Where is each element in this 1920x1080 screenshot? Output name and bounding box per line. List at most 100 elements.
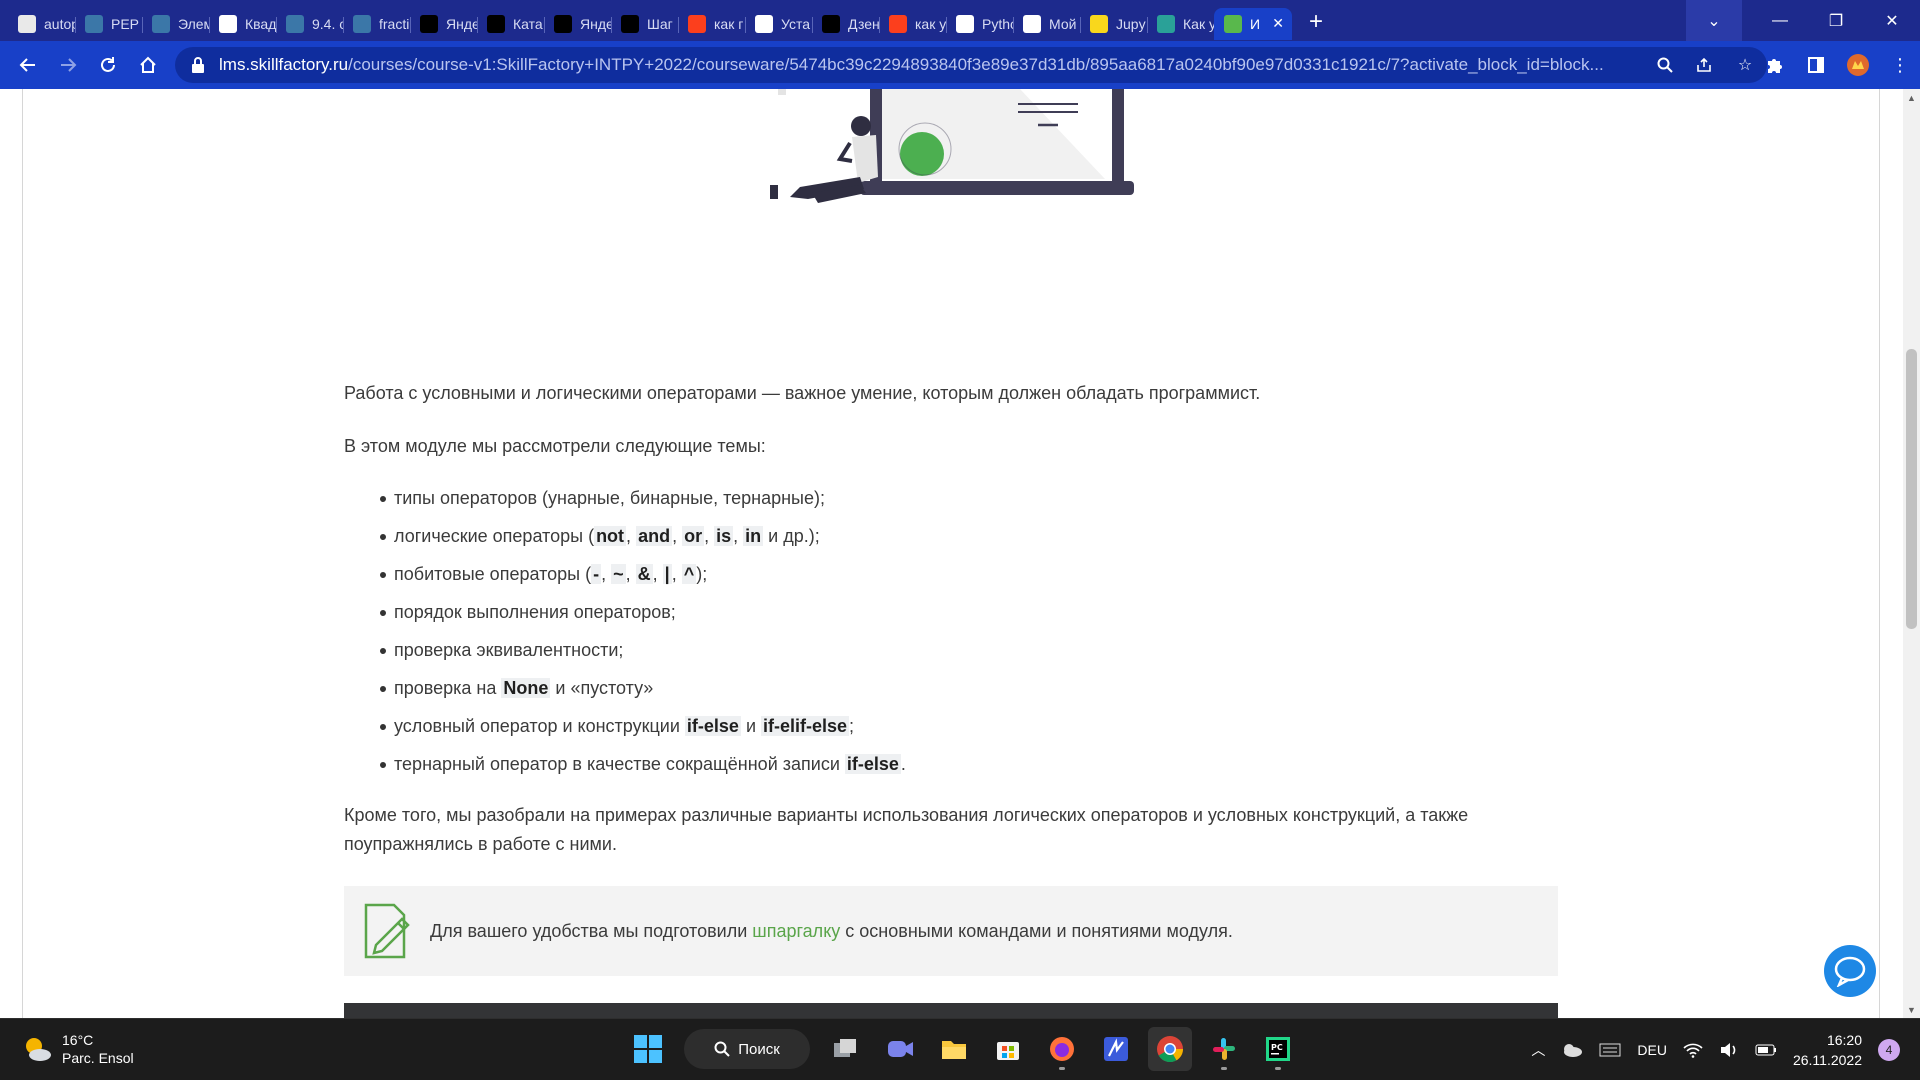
- note-pencil-icon: [364, 903, 410, 959]
- clock[interactable]: 16:20 26.11.2022: [1793, 1030, 1862, 1070]
- editor-app[interactable]: [1094, 1027, 1138, 1071]
- tab-label: Шаг: [647, 15, 673, 32]
- microsoft-store-app[interactable]: [986, 1027, 1030, 1071]
- browser-tab[interactable]: Мой: [1013, 8, 1080, 40]
- address-bar[interactable]: lms.skillfactory.ru/courses/course-v1:Sk…: [175, 47, 1767, 83]
- cheatsheet-link[interactable]: шпаргалку: [752, 921, 840, 942]
- task-view-button[interactable]: [824, 1027, 868, 1071]
- browser-tab[interactable]: Янде: [544, 8, 611, 40]
- yandex-practicum-icon: [420, 14, 438, 33]
- browser-tab[interactable]: Jupy: [1080, 8, 1147, 40]
- menu-kebab-icon[interactable]: ⋮: [1880, 47, 1920, 83]
- python-docs-icon: [152, 14, 170, 33]
- tab-label: как у: [915, 15, 946, 32]
- toolbar-right: ⋮: [1754, 47, 1920, 83]
- python-icon: [286, 14, 304, 33]
- tab-label: PEP 8: [111, 15, 142, 32]
- browser-tab[interactable]: fracti: [343, 8, 410, 40]
- browser-tab[interactable]: как у: [879, 8, 946, 40]
- weather-temperature: 16°C: [62, 1032, 94, 1048]
- firefox-app[interactable]: [1040, 1027, 1084, 1071]
- browser-tab[interactable]: Элем: [142, 8, 209, 40]
- extensions-puzzle-icon[interactable]: [1754, 47, 1794, 83]
- browser-tab[interactable]: PEP 8: [75, 8, 142, 40]
- close-tab-icon[interactable]: ✕: [1272, 15, 1284, 32]
- reload-icon: [101, 57, 115, 72]
- new-tab-button[interactable]: +: [1300, 6, 1332, 38]
- list-item: типы операторов (унарные, бинарные, терн…: [344, 479, 1558, 517]
- page-scrollbar[interactable]: ▲ ▼: [1903, 89, 1920, 1018]
- tab-search-chevron-icon[interactable]: ⌄: [1686, 0, 1742, 41]
- browser-tab[interactable]: Как у: [1147, 8, 1214, 40]
- google-drive-icon: [1023, 14, 1041, 33]
- bookmark-star-icon[interactable]: ☆: [1735, 55, 1755, 75]
- scroll-down-arrow-icon[interactable]: ▼: [1903, 1001, 1920, 1018]
- keyboard-icon[interactable]: [1599, 1043, 1621, 1057]
- weather-widget[interactable]: 16°C Parc. Ensol: [22, 1031, 134, 1067]
- scrollbar-thumb[interactable]: [1906, 349, 1917, 629]
- list-item: тернарный оператор в качестве сокращённо…: [344, 745, 1558, 783]
- slack-app[interactable]: [1202, 1027, 1246, 1071]
- browser-tab[interactable]: Янде: [410, 8, 477, 40]
- browser-tab[interactable]: Уста: [745, 8, 812, 40]
- arrow-right-icon: [61, 58, 77, 72]
- file-explorer-app[interactable]: [932, 1027, 976, 1071]
- share-icon[interactable]: [1695, 55, 1715, 75]
- battery-icon[interactable]: [1755, 1043, 1777, 1057]
- browser-tab[interactable]: 9.4. c: [276, 8, 343, 40]
- teams-chat-app[interactable]: [878, 1027, 922, 1071]
- list-item: условный оператор и конструкции if-else …: [344, 707, 1558, 745]
- scroll-up-arrow-icon[interactable]: ▲: [1903, 89, 1920, 106]
- tab-strip: autop PEP 8 Элем Квад 9.4. c fracti Янде Ката Ян…: [0, 0, 1920, 41]
- chat-widget-button[interactable]: [1824, 945, 1876, 997]
- topics-heading: В этом модуле мы рассмотрели следующие т…: [344, 436, 766, 456]
- volume-icon[interactable]: [1719, 1042, 1739, 1058]
- minimize-button[interactable]: —: [1752, 0, 1808, 41]
- page-viewport: Работа с условными и логическими операто…: [0, 89, 1920, 1018]
- browser-tab[interactable]: autop: [8, 8, 75, 40]
- input-language[interactable]: DEU: [1637, 1042, 1667, 1058]
- home-button[interactable]: [128, 47, 168, 83]
- browser-tab[interactable]: Дзен: [812, 8, 879, 40]
- profile-avatar[interactable]: [1838, 47, 1878, 83]
- browser-tab[interactable]: Pytho: [946, 8, 1013, 40]
- tab-label: Янде: [446, 15, 477, 32]
- wikipedia-icon: [219, 14, 237, 33]
- wifi-icon[interactable]: [1683, 1042, 1703, 1058]
- close-window-button[interactable]: ✕: [1864, 0, 1920, 41]
- chrome-app[interactable]: [1148, 1027, 1192, 1071]
- url-path: /courses/course-v1:SkillFactory+INTPY+20…: [348, 55, 1604, 74]
- browser-tab[interactable]: Квад: [209, 8, 276, 40]
- yandex-practicum-icon: [487, 14, 505, 33]
- browser-tab[interactable]: как г: [678, 8, 745, 40]
- onedrive-cloud-icon[interactable]: [1561, 1043, 1583, 1057]
- taskbar-search[interactable]: Поиск: [684, 1029, 810, 1069]
- summary-paragraph: Кроме того, мы разобрали на примерах раз…: [344, 805, 1469, 854]
- start-button[interactable]: [626, 1027, 670, 1071]
- list-item: порядок выполнения операторов;: [344, 593, 1558, 631]
- tab-label: как г: [714, 15, 744, 32]
- restore-button[interactable]: ❐: [1808, 0, 1864, 41]
- back-button[interactable]: [8, 47, 48, 83]
- reload-button[interactable]: [88, 47, 128, 83]
- browser-tab[interactable]: Ката: [477, 8, 544, 40]
- tray-overflow-chevron-icon[interactable]: ︿: [1531, 1040, 1545, 1060]
- home-icon: [140, 56, 156, 73]
- browser-tab[interactable]: И ✕: [1214, 7, 1292, 40]
- task-view-icon: [834, 1039, 856, 1057]
- firefox-icon: [1050, 1037, 1074, 1061]
- side-panel-icon[interactable]: [1796, 47, 1836, 83]
- dark-content-block: [344, 1003, 1558, 1018]
- video-chat-icon: [888, 1041, 913, 1057]
- notification-count-badge[interactable]: 4: [1878, 1039, 1900, 1061]
- zoom-icon[interactable]: [1655, 55, 1675, 75]
- browser-tab[interactable]: Шаг: [611, 8, 678, 40]
- pycharm-app[interactable]: PC: [1256, 1027, 1300, 1071]
- pycharm-icon: PC: [1266, 1037, 1290, 1061]
- lock-icon[interactable]: [191, 57, 205, 73]
- forward-button[interactable]: [48, 47, 88, 83]
- lesson-content: Работа с условными и логическими операто…: [344, 379, 1558, 883]
- python-icon: [353, 14, 371, 33]
- list-item: логические операторы (not, and, or, is, …: [344, 517, 1558, 555]
- browser-toolbar: lms.skillfactory.ru/courses/course-v1:Sk…: [0, 41, 1920, 89]
